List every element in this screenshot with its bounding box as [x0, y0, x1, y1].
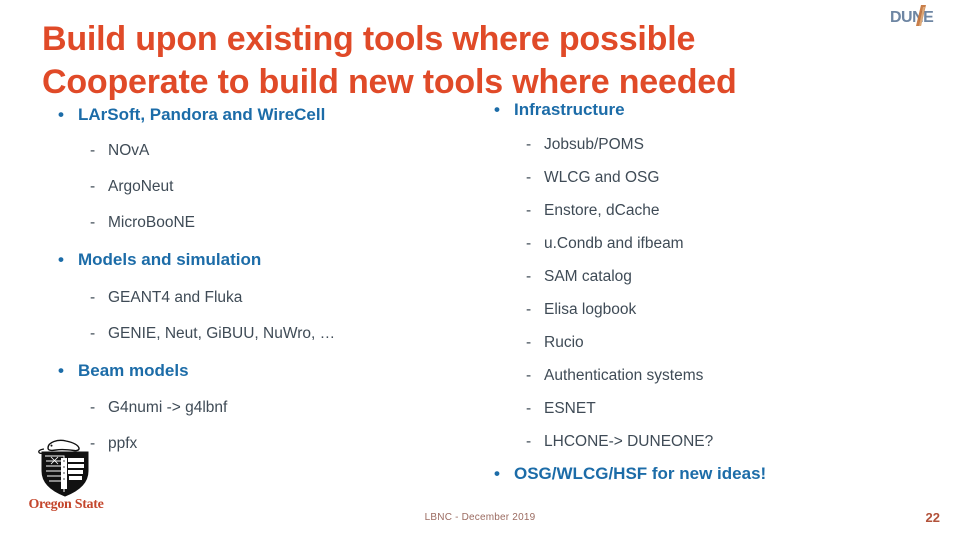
bullet-osg-wlcg-hsf-new-ideas: • OSG/WLCG/HSF for new ideas! — [482, 464, 942, 484]
bullet-label: Enstore, dCache — [544, 202, 660, 219]
bullet-elisa-logbook: - Elisa logbook — [482, 300, 942, 319]
bullet-label: ppfx — [108, 435, 138, 452]
bullet-label: NOvA — [108, 142, 150, 159]
bullet-geant4-and-fluka: - GEANT4 and Fluka — [46, 288, 476, 307]
oregon-state-wordmark: Oregon State — [28, 497, 104, 512]
bullet-beam-models: • Beam models — [46, 361, 476, 381]
bullet-rucio: - Rucio — [482, 333, 942, 352]
bullet-microboone: - MicroBooNE — [46, 213, 476, 232]
bullet-models-and-simulation: • Models and simulation — [46, 250, 476, 270]
bullet-dash-icon: - — [526, 301, 532, 318]
bullet-label: SAM catalog — [544, 268, 632, 285]
oregon-state-logo: Oregon State — [20, 437, 110, 515]
oregon-state-crest-icon — [38, 439, 89, 497]
bullet-label: Jobsub/POMS — [544, 136, 644, 153]
bullet-label: MicroBooNE — [108, 214, 195, 231]
bullet-dash-icon: - — [90, 325, 96, 342]
bullet-label: u.Condb and ifbeam — [544, 235, 684, 252]
bullet-sam-catalog: - SAM catalog — [482, 267, 942, 286]
bullet-label: WLCG and OSG — [544, 169, 660, 186]
bullet-argoneut: - ArgoNeut — [46, 177, 476, 196]
bullet-dot-icon: • — [494, 100, 500, 119]
bullet-lhcone-duneone: - LHCONE-> DUNEONE? — [482, 432, 942, 451]
bullet-authentication-systems: - Authentication systems — [482, 366, 942, 385]
footer-conference-label: LBNC - December 2019 — [424, 512, 536, 523]
bullet-dash-icon: - — [90, 289, 96, 306]
bullet-g4numi-g4lbnf: - G4numi -> g4lbnf — [46, 398, 476, 417]
bullet-dash-icon: - — [90, 214, 96, 231]
bullet-label: ESNET — [544, 400, 596, 417]
bullet-dot-icon: • — [58, 361, 64, 380]
bullet-dash-icon: - — [526, 202, 532, 219]
bullet-dash-icon: - — [526, 235, 532, 252]
bullet-dash-icon: - — [90, 142, 96, 159]
bullet-dot-icon: • — [58, 250, 64, 269]
bullet-label: GENIE, Neut, GiBUU, NuWro, … — [108, 325, 336, 342]
bullet-dash-icon: - — [526, 268, 532, 285]
bullet-jobsub-poms: - Jobsub/POMS — [482, 135, 942, 154]
bullet-label: ArgoNeut — [108, 178, 174, 195]
bullet-label: LHCONE-> DUNEONE? — [544, 433, 714, 450]
bullet-wlcg-and-osg: - WLCG and OSG — [482, 168, 942, 187]
bullet-label: Authentication systems — [544, 367, 704, 384]
bullet-dash-icon: - — [526, 433, 532, 450]
page-number: 22 — [925, 510, 940, 525]
bullet-label: Models and simulation — [78, 250, 262, 269]
bullet-dash-icon: - — [526, 334, 532, 351]
bullet-dash-icon: - — [526, 136, 532, 153]
title-line-2: Cooperate to build new tools where neede… — [42, 63, 737, 101]
bullet-dash-icon: - — [526, 400, 532, 417]
bullet-dash-icon: - — [526, 169, 532, 186]
bullet-genie-neut-gibuu-nuwro: - GENIE, Neut, GiBUU, NuWro, … — [46, 324, 476, 343]
bullet-dash-icon: - — [526, 367, 532, 384]
bullet-label: Rucio — [544, 334, 584, 351]
bullet-label: G4numi -> g4lbnf — [108, 399, 228, 416]
bullet-dot-icon: • — [58, 105, 64, 124]
bullet-infrastructure: • Infrastructure — [482, 100, 942, 120]
bullet-label: Elisa logbook — [544, 301, 637, 318]
bullet-label: LArSoft, Pandora and WireCell — [78, 105, 326, 124]
slide-canvas: DUNE Build upon existing tools where pos… — [0, 0, 960, 540]
bullet-nova: - NOvA — [46, 141, 476, 160]
bullet-esnet: - ESNET — [482, 399, 942, 418]
title-line-1: Build upon existing tools where possible — [42, 20, 696, 58]
slide-title: Build upon existing tools where possible… — [42, 18, 902, 104]
bullet-label: Infrastructure — [514, 100, 625, 119]
bullet-larsoft-pandora-wirecell: • LArSoft, Pandora and WireCell — [46, 105, 476, 125]
bullet-dot-icon: • — [494, 464, 500, 483]
bullet-dash-icon: - — [90, 178, 96, 195]
bullet-ppfx: - ppfx — [46, 434, 476, 453]
bullet-dash-icon: - — [90, 399, 96, 416]
bullet-label: Beam models — [78, 361, 189, 380]
bullet-label: GEANT4 and Fluka — [108, 289, 243, 306]
bullet-ucondb-and-ifbeam: - u.Condb and ifbeam — [482, 234, 942, 253]
bullet-enstore-dcache: - Enstore, dCache — [482, 201, 942, 220]
bullet-label: OSG/WLCG/HSF for new ideas! — [514, 464, 767, 483]
